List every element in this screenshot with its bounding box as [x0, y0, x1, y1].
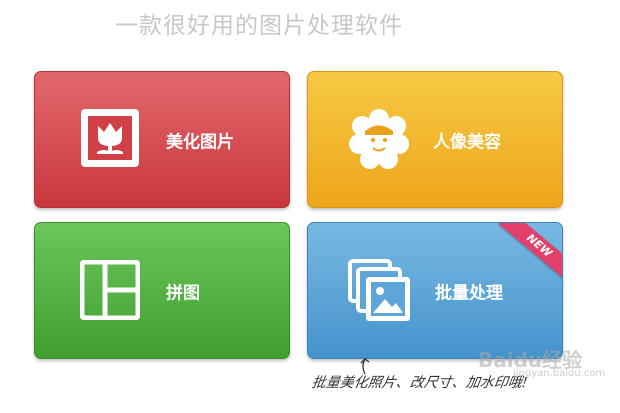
new-badge: NEW: [498, 223, 562, 282]
batch-process-label: 批量处理: [435, 283, 503, 303]
portrait-beauty-label: 人像美容: [433, 132, 501, 152]
beautify-photo-button[interactable]: 美化图片: [34, 71, 290, 208]
portrait-beauty-button[interactable]: 人像美容: [307, 71, 563, 208]
handwritten-annotation: 批量美化照片、改尺寸、加水印哦!: [310, 375, 529, 391]
stacked-photos-icon: [348, 259, 412, 327]
headline: 一款很好用的图片处理软件: [115, 13, 403, 39]
batch-process-button[interactable]: 批量处理 NEW: [307, 222, 563, 359]
collage-button[interactable]: 拼图: [34, 222, 290, 359]
face-flower-icon: [348, 108, 410, 174]
collage-grid-icon: [79, 259, 141, 324]
beautify-photo-label: 美化图片: [166, 132, 234, 152]
collage-label: 拼图: [166, 283, 200, 303]
photo-flower-icon: [80, 108, 140, 172]
baidu-watermark-url: jingyan.baidu.com: [513, 368, 606, 379]
